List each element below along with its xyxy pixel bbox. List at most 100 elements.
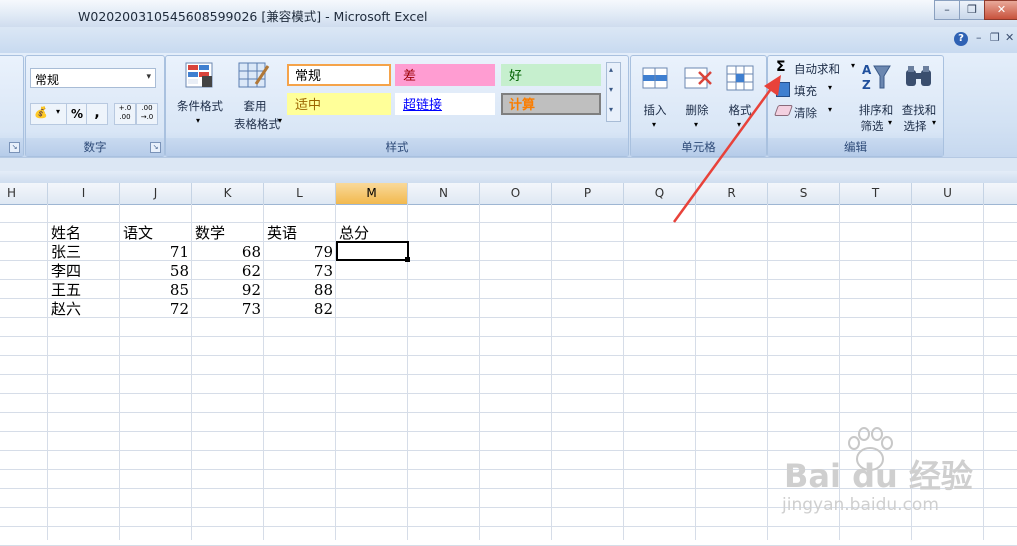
workbook-minimize-icon[interactable]: – — [976, 31, 982, 44]
grid-column-line — [191, 204, 192, 540]
grid-row-line — [0, 393, 1017, 394]
restore-button[interactable]: ❐ — [959, 0, 985, 20]
grid-row-line — [0, 222, 1017, 223]
find-select-button[interactable]: 查找和 选择 ▾ — [898, 60, 940, 133]
autosum-label: 自动求和 — [794, 62, 840, 76]
styles-group: 条件格式 ▾ 套用 表格格式 ▾ 常规 差 好 适中 超链接 计算 ▴ ▾ ▾ … — [165, 55, 629, 157]
cell-styles-gallery: 常规 差 好 适中 超链接 计算 — [287, 64, 605, 120]
column-header-l[interactable]: L — [264, 183, 336, 204]
gallery-more-icon[interactable]: ▾ — [609, 105, 613, 114]
sort-filter-button[interactable]: A Z 排序和 筛选 ▾ — [856, 60, 896, 133]
svg-text:A: A — [862, 63, 872, 77]
help-icon[interactable]: ? — [954, 32, 968, 46]
increase-decimal-button[interactable]: +.0 .00 — [114, 103, 136, 125]
cell-english[interactable]: 82 — [266, 300, 333, 319]
column-header-m[interactable]: M — [336, 183, 408, 204]
cell-english[interactable]: 79 — [266, 243, 333, 262]
grid-row-line — [0, 412, 1017, 413]
cell-chinese[interactable]: 85 — [122, 281, 189, 300]
sort-label-2: 筛选 — [860, 119, 884, 133]
currency-icon: 💰 — [34, 106, 48, 119]
cell-math[interactable]: 92 — [194, 281, 261, 300]
column-header-k[interactable]: K — [192, 183, 264, 204]
number-group: 常规 ▾ 💰 ▾ % , +.0 .00 .00 →.0 数字 ↘ — [25, 55, 165, 157]
header-name[interactable]: 姓名 — [51, 224, 81, 243]
cell-english[interactable]: 88 — [266, 281, 333, 300]
column-header-u[interactable]: U — [912, 183, 984, 204]
accounting-format-button[interactable]: 💰 ▾ — [30, 103, 68, 125]
chevron-down-icon: ▾ — [146, 72, 151, 82]
grid-column-line — [119, 204, 120, 540]
percent-button[interactable]: % — [66, 103, 88, 125]
dialog-launcher-icon[interactable]: ↘ — [9, 142, 20, 153]
number-format-value: 常规 — [35, 73, 60, 87]
grid-column-line — [263, 204, 264, 540]
dialog-launcher-icon[interactable]: ↘ — [150, 142, 161, 153]
chevron-down-icon: ▾ — [888, 118, 893, 127]
minimize-button[interactable]: – — [934, 0, 960, 20]
cell-name[interactable]: 李四 — [51, 262, 81, 281]
column-header-h[interactable]: H — [0, 183, 48, 204]
grid-column-line — [695, 204, 696, 540]
cell-name[interactable]: 赵六 — [51, 300, 81, 319]
annotation-arrow-icon — [672, 75, 781, 223]
column-header-j[interactable]: J — [120, 183, 192, 204]
workbook-restore-icon[interactable]: ❐ — [990, 31, 1000, 44]
conditional-format-button[interactable]: 条件格式 ▾ — [172, 60, 228, 132]
style-hyperlink[interactable]: 超链接 — [395, 93, 495, 115]
style-calculation[interactable]: 计算 — [501, 93, 601, 115]
grid-row-line — [0, 336, 1017, 337]
style-bad[interactable]: 差 — [395, 64, 495, 86]
header-math[interactable]: 数学 — [195, 224, 225, 243]
chevron-down-icon: ▾ — [932, 118, 937, 127]
cell-name[interactable]: 张三 — [51, 243, 81, 262]
binoculars-icon — [906, 66, 931, 86]
find-label-2: 选择 — [903, 119, 927, 133]
column-header-i[interactable]: I — [48, 183, 120, 204]
cell-chinese[interactable]: 72 — [122, 300, 189, 319]
window-title: W020200310545608599026 [兼容模式] - Microsof… — [78, 9, 428, 24]
table-format-label-1: 套用 — [243, 99, 267, 113]
grid-row-line — [0, 526, 1017, 527]
decrease-decimal-button[interactable]: .00 →.0 — [136, 103, 158, 125]
chevron-down-icon: ▾ — [278, 116, 283, 125]
header-chinese[interactable]: 语文 — [123, 224, 153, 243]
format-as-table-button[interactable]: 套用 表格格式 ▾ — [226, 60, 284, 132]
style-good[interactable]: 好 — [501, 64, 601, 86]
grid-row-line — [0, 374, 1017, 375]
header-english[interactable]: 英语 — [267, 224, 297, 243]
scroll-down-icon[interactable]: ▾ — [609, 85, 613, 94]
scroll-up-icon[interactable]: ▴ — [609, 65, 613, 74]
gallery-scrollbar[interactable]: ▴ ▾ ▾ — [606, 62, 621, 122]
cell-math[interactable]: 73 — [194, 300, 261, 319]
style-normal[interactable]: 常规 — [287, 64, 391, 86]
cell-english[interactable]: 73 — [266, 262, 333, 281]
style-neutral[interactable]: 适中 — [287, 93, 391, 115]
active-cell-m[interactable] — [336, 241, 409, 261]
column-header-t[interactable]: T — [840, 183, 912, 204]
title-bar: W020200310545608599026 [兼容模式] - Microsof… — [0, 0, 1017, 27]
chevron-down-icon: ▾ — [56, 107, 61, 116]
number-format-dropdown[interactable]: 常规 ▾ — [30, 68, 156, 88]
formula-bar-area — [0, 157, 1017, 185]
cell-chinese[interactable]: 58 — [122, 262, 189, 281]
chevron-down-icon: ▾ — [828, 83, 833, 92]
table-format-icon — [238, 62, 270, 88]
fill-handle[interactable] — [405, 257, 410, 262]
cell-math[interactable]: 68 — [194, 243, 261, 262]
sort-label-1: 排序和 — [858, 103, 894, 117]
workbook-close-icon[interactable]: ✕ — [1005, 31, 1014, 44]
column-header-o[interactable]: O — [480, 183, 552, 204]
cell-name[interactable]: 王五 — [51, 281, 81, 300]
close-button[interactable]: ✕ — [984, 0, 1017, 20]
conditional-format-icon — [185, 62, 213, 88]
comma-button[interactable]: , — [86, 103, 108, 125]
column-headers: HIJKLMNOPQRSTU — [0, 183, 1017, 205]
column-header-p[interactable]: P — [552, 183, 624, 204]
watermark-url: jingyan.baidu.com — [782, 495, 939, 515]
cell-math[interactable]: 62 — [194, 262, 261, 281]
group-label: 数字 — [26, 138, 164, 156]
column-header-n[interactable]: N — [408, 183, 480, 204]
cell-chinese[interactable]: 71 — [122, 243, 189, 262]
formula-bar-strip — [0, 171, 1017, 183]
